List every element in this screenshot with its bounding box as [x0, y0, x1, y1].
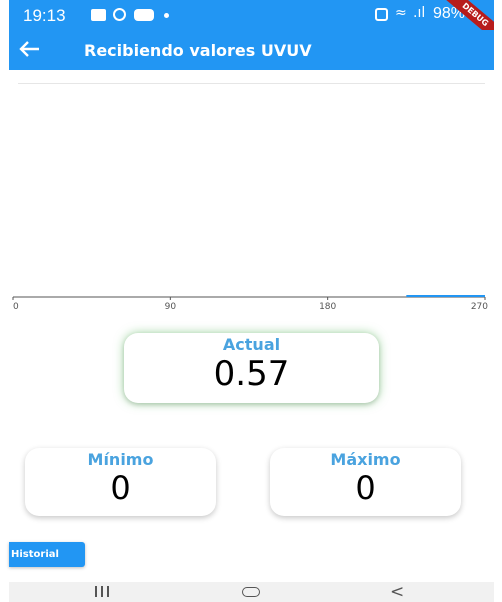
- minimo-card: Mínimo 0: [25, 448, 216, 516]
- x-tick-label: 0: [13, 302, 19, 312]
- arrow-left-icon[interactable]: [15, 34, 45, 64]
- home-icon[interactable]: [242, 587, 260, 597]
- minimo-value: 0: [110, 469, 131, 507]
- x-tick-label: 90: [165, 302, 177, 312]
- actual-card: Actual 0.57: [124, 333, 379, 403]
- youtube-icon: [134, 9, 154, 21]
- historial-button[interactable]: Historial: [9, 542, 85, 567]
- signal-icon: .ıl: [413, 5, 426, 21]
- back-icon[interactable]: <: [390, 584, 404, 601]
- wifi-icon: ≈: [395, 5, 407, 21]
- system-nav-bar: <: [9, 582, 494, 602]
- actual-label: Actual: [222, 335, 281, 354]
- x-tick-label: 180: [319, 302, 336, 312]
- alarm-icon: [375, 8, 388, 21]
- page-title: Recibiendo valores UVUV: [84, 41, 312, 60]
- x-tick-label: 270: [471, 302, 488, 312]
- minimo-label: Mínimo: [87, 450, 154, 469]
- recents-icon[interactable]: [95, 586, 111, 598]
- uv-line-chart: 0 90 180 270: [12, 295, 488, 312]
- app-bar: Recibiendo valores UVUV: [9, 30, 494, 70]
- actual-value: 0.57: [213, 354, 290, 394]
- dot-icon: [164, 13, 169, 18]
- maximo-label: Máximo: [330, 450, 401, 469]
- maximo-card: Máximo 0: [270, 448, 461, 516]
- gallery-icon: [91, 9, 106, 21]
- chart-top-border: [18, 83, 485, 84]
- maximo-value: 0: [355, 469, 376, 507]
- pinterest-icon: [113, 8, 126, 21]
- status-bar: 19:13 ≈ .ıl 98% DEBUG: [9, 0, 494, 30]
- status-time: 19:13: [23, 6, 66, 25]
